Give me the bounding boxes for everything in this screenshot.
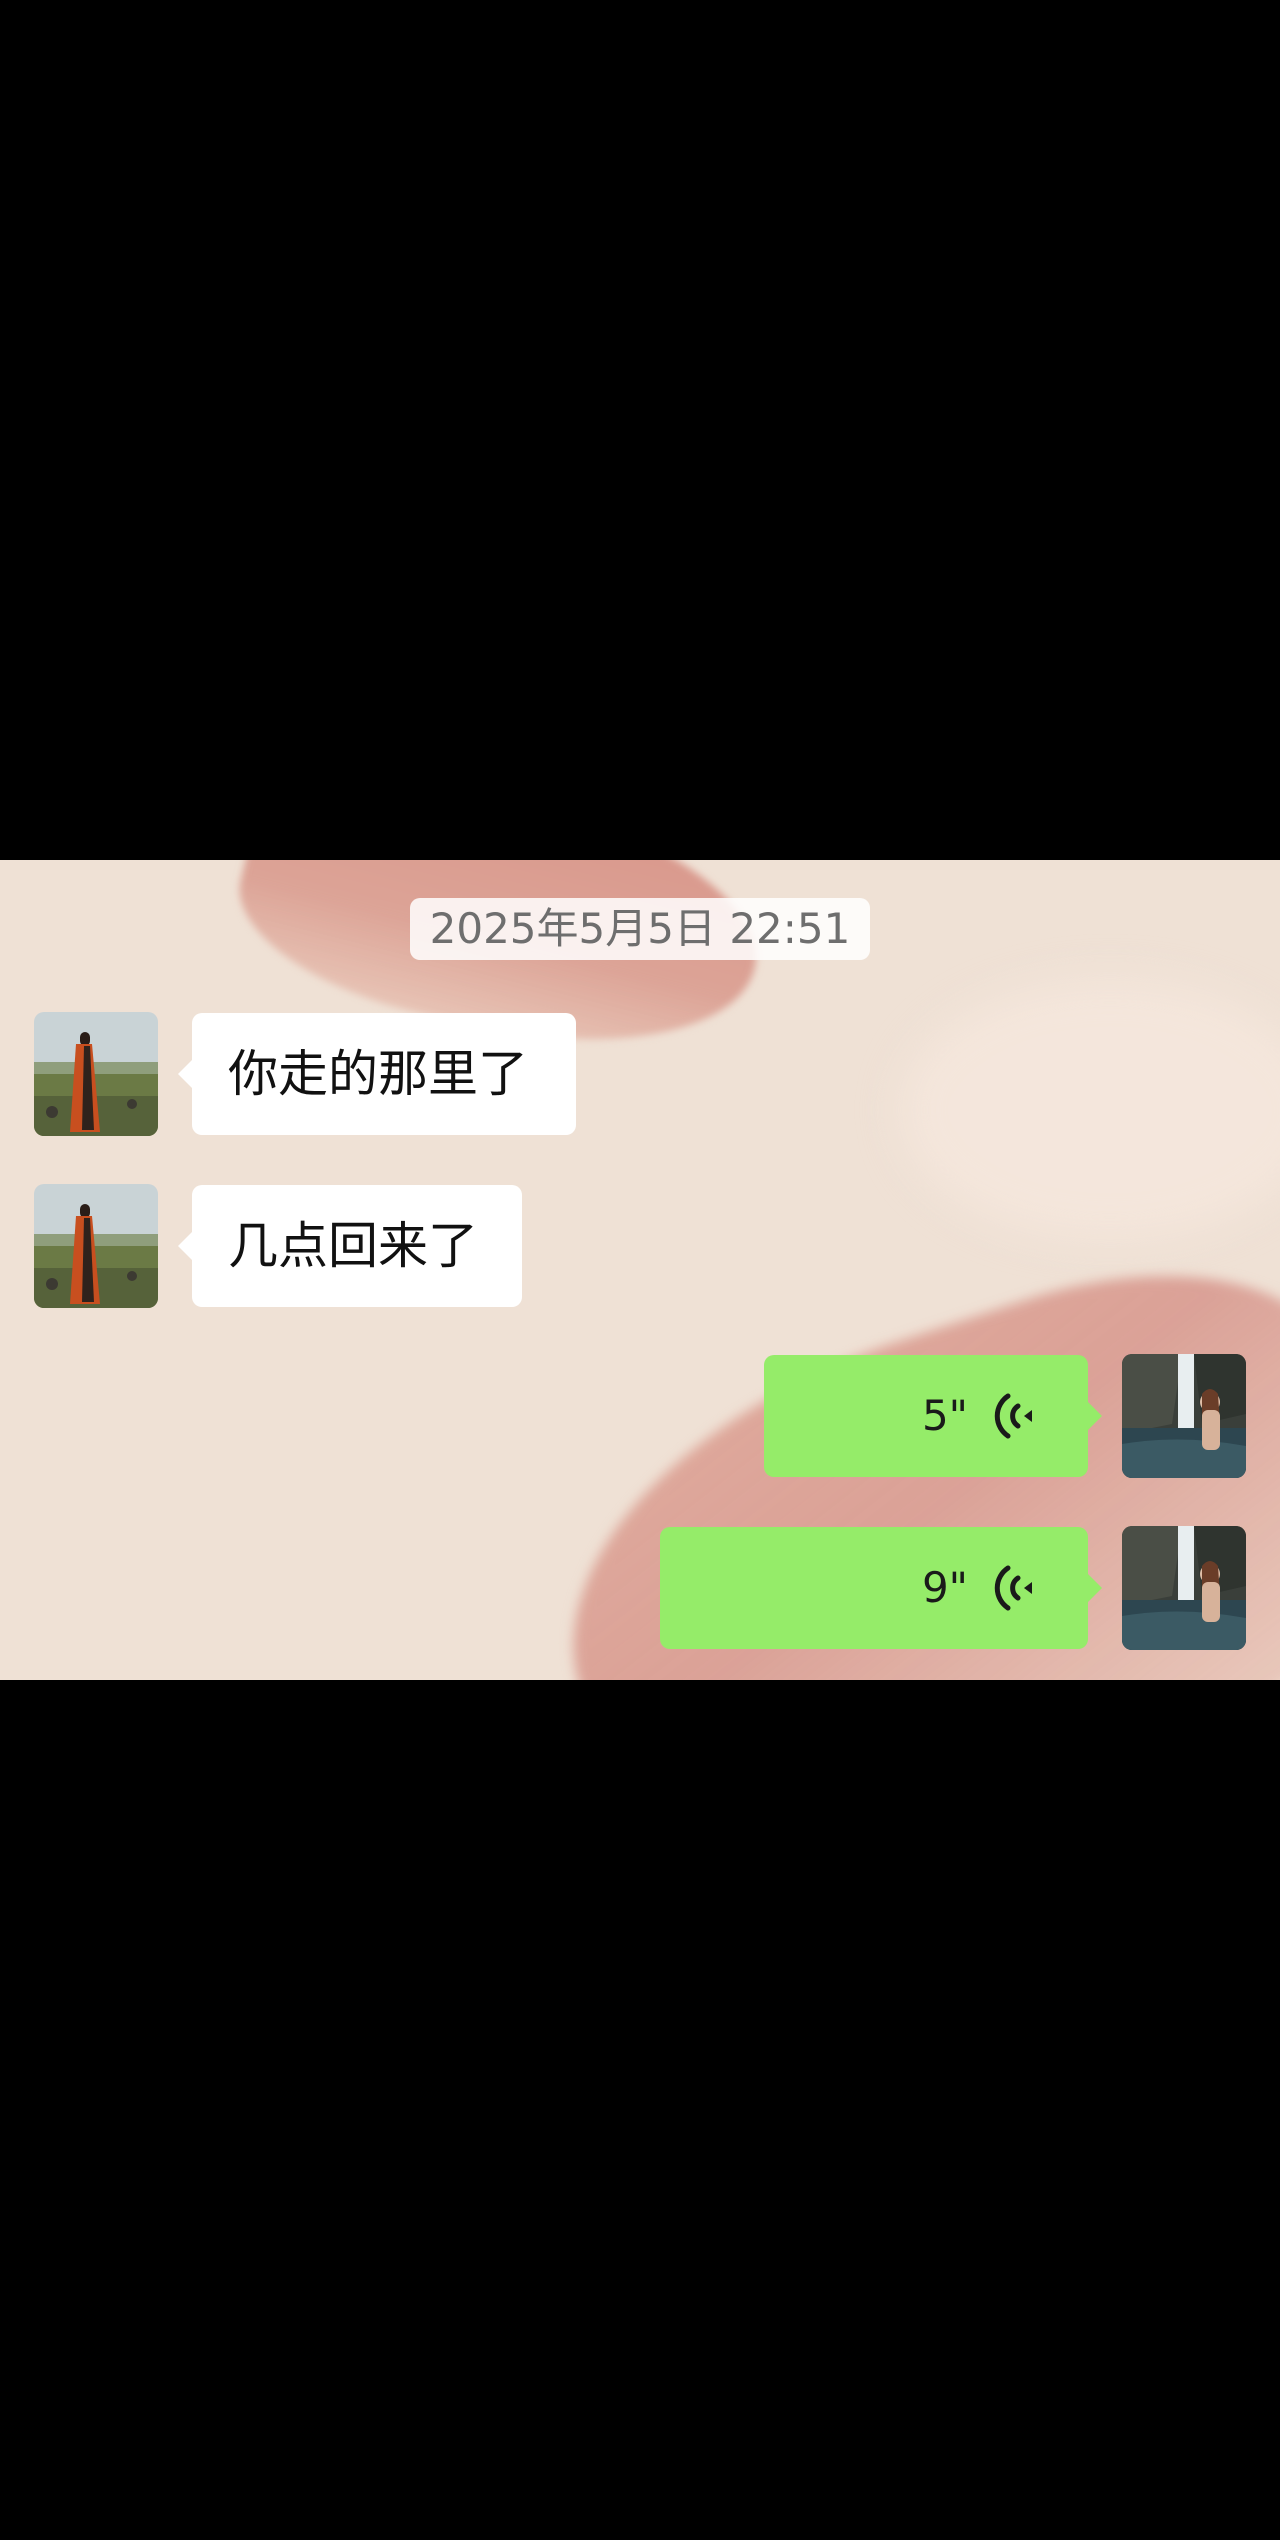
message-timestamp: 2025年5月5日 22:51 [410,898,870,960]
voice-wave-icon [994,1565,1032,1611]
outgoing-voice-bubble[interactable]: 5" [764,1355,1102,1477]
contact-avatar[interactable] [34,1184,158,1308]
chat-wallpaper-highlight [900,980,1280,1240]
message-text: 你走的那里了 [228,1045,528,1103]
self-avatar-image [1122,1526,1246,1650]
screen: 2025年5月5日 22:51 你走的那里了 几点回来了 5" 9" [0,0,1280,2540]
outgoing-voice-bubble[interactable]: 9" [660,1527,1102,1649]
incoming-message-bubble[interactable]: 你走的那里了 [178,1013,576,1135]
contact-avatar[interactable] [34,1012,158,1136]
message-text: 几点回来了 [228,1217,478,1275]
voice-duration: 5" [921,1391,968,1440]
voice-wave-icon [994,1393,1032,1439]
self-avatar[interactable] [1122,1526,1246,1650]
contact-avatar-image [34,1184,158,1308]
self-avatar-image [1122,1354,1246,1478]
contact-avatar-image [34,1012,158,1136]
voice-duration: 9" [921,1563,968,1612]
self-avatar[interactable] [1122,1354,1246,1478]
incoming-message-bubble[interactable]: 几点回来了 [178,1185,522,1307]
chat-area[interactable]: 2025年5月5日 22:51 你走的那里了 几点回来了 5" 9" [0,860,1280,1680]
